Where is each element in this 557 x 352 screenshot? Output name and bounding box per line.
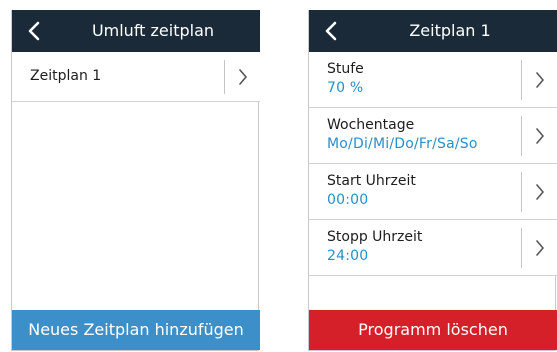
page-title: Umluft zeitplan [91,21,215,40]
row-divider [224,60,225,94]
list-item-label: Zeitplan 1 [30,68,102,84]
chevron-right-icon [536,72,544,88]
setting-row-start-time[interactable]: Start Uhrzeit 00:00 [309,164,557,220]
row-divider [521,60,522,100]
schedule-detail-screen: Zeitplan 1 Stufe 70 % Wochentage Mo/Di/M… [308,10,557,351]
page-title: Zeitplan 1 [409,21,491,40]
setting-label: Stopp Uhrzeit [327,229,423,245]
setting-row-stop-time[interactable]: Stopp Uhrzeit 24:00 [309,220,557,276]
list-item-zeitplan-1[interactable]: Zeitplan 1 [12,52,260,102]
setting-value: Mo/Di/Mi/Do/Fr/Sa/So [327,136,478,152]
setting-value: 70 % [327,80,364,96]
setting-label: Wochentage [327,117,415,133]
back-button[interactable] [12,10,56,52]
row-divider [521,228,522,268]
setting-value: 24:00 [327,248,369,264]
chevron-left-icon [325,21,337,41]
chevron-left-icon [28,21,40,41]
setting-label: Start Uhrzeit [327,173,416,189]
chevron-right-icon [536,240,544,256]
setting-label: Stufe [327,61,364,77]
chevron-right-icon [239,69,247,85]
schedule-list-screen: Umluft zeitplan Zeitplan 1 Neues Zeitpla… [11,10,260,351]
setting-value: 00:00 [327,192,369,208]
chevron-right-icon [536,128,544,144]
setting-row-stufe[interactable]: Stufe 70 % [309,52,557,108]
row-divider [521,116,522,156]
chevron-right-icon [536,184,544,200]
header-bar: Zeitplan 1 [309,10,557,52]
back-button[interactable] [309,10,353,52]
header-bar: Umluft zeitplan [12,10,260,52]
add-schedule-button[interactable]: Neues Zeitplan hinzufügen [12,310,260,350]
setting-row-wochentage[interactable]: Wochentage Mo/Di/Mi/Do/Fr/Sa/So [309,108,557,164]
row-divider [521,172,522,212]
delete-program-button[interactable]: Programm löschen [309,310,557,350]
